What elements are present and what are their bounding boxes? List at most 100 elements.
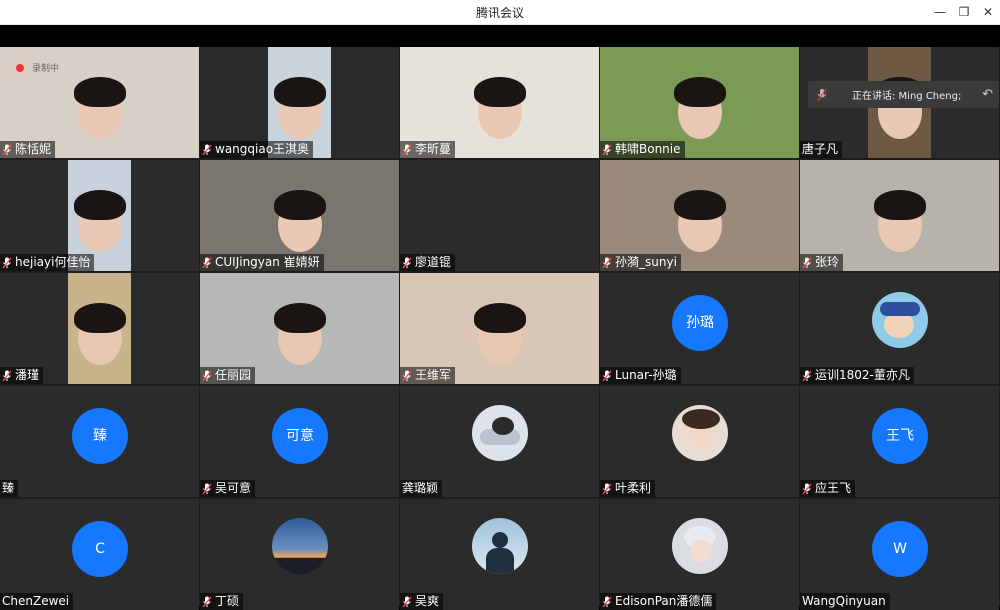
profile-picture	[472, 518, 528, 574]
mic-icon	[817, 88, 827, 101]
participant-name: 韩啸Bonnie	[615, 142, 681, 156]
participant-tile[interactable]: 运训1802-董亦凡	[800, 273, 999, 384]
participant-name-label: 吴爽	[400, 593, 444, 610]
title-bar: 腾讯会议 — ❐ ✕	[0, 0, 1000, 25]
participant-name: 臻	[2, 481, 15, 495]
participant-tile[interactable]: 丁硕	[200, 499, 399, 610]
participant-name: 任丽园	[215, 368, 252, 382]
participant-hair	[473, 303, 526, 333]
participant-name: WangQinyuan	[802, 594, 886, 608]
participant-tile[interactable]: 叶柔利	[600, 386, 799, 497]
participant-name: 张玲	[815, 255, 840, 269]
participant-tile[interactable]: CUIJingyan 崔婧妍	[200, 160, 399, 271]
top-toolbar-strip	[0, 25, 1000, 47]
participant-name-label: 龚璐颖	[400, 480, 443, 497]
participant-name-label: WangQinyuan	[800, 593, 890, 610]
mic-muted-icon	[402, 370, 412, 381]
participant-tile[interactable]: 陈恬妮 录制中	[0, 47, 199, 158]
participant-tile[interactable]: 臻臻	[0, 386, 199, 497]
participant-hair	[673, 77, 726, 107]
participant-name: CUIJingyan 崔婧妍	[215, 255, 320, 269]
mic-muted-icon	[2, 257, 12, 268]
participant-hair	[873, 190, 926, 220]
participant-name-label: Lunar-孙璐	[600, 367, 681, 384]
participant-tile[interactable]: 韩啸Bonnie	[600, 47, 799, 158]
initials-avatar: 孙璐	[672, 295, 728, 351]
participant-name: 陈恬妮	[15, 142, 52, 156]
mic-muted-icon	[2, 370, 12, 381]
mic-muted-icon	[602, 257, 612, 268]
profile-picture	[872, 292, 928, 348]
participant-hair	[673, 190, 726, 220]
recording-label: 录制中	[32, 64, 60, 74]
speaking-label: 正在讲话: Ming Cheng;	[852, 91, 962, 102]
participant-name: 王维军	[415, 368, 452, 382]
participant-name: wangqiao王淇奥	[215, 142, 310, 156]
participant-name: 龚璐颖	[402, 481, 439, 495]
participant-tile[interactable]: 孙漪_sunyi	[600, 160, 799, 271]
participant-hair	[273, 77, 326, 107]
participant-tile[interactable]: W WangQinyuan	[800, 499, 999, 610]
mic-muted-icon	[802, 483, 812, 494]
participant-name-label: 臻	[0, 480, 19, 497]
participant-tile[interactable]: 吴爽	[400, 499, 599, 610]
recording-indicator: 录制中	[14, 61, 59, 74]
mic-muted-icon	[202, 144, 212, 155]
participant-name-label: 张玲	[800, 254, 844, 271]
participant-name-label: 孙漪_sunyi	[600, 254, 681, 271]
participant-tile[interactable]: 可意吴可意	[200, 386, 399, 497]
participant-tile[interactable]: 廖道锟	[400, 160, 599, 271]
initials-avatar: 可意	[272, 408, 328, 464]
mic-muted-icon	[402, 144, 412, 155]
participant-name-label: CUIJingyan 崔婧妍	[200, 254, 324, 271]
mic-muted-icon	[402, 257, 412, 268]
participant-hair	[273, 190, 326, 220]
participant-tile[interactable]: 龚璐颖	[400, 386, 599, 497]
participant-name-label: 运训1802-董亦凡	[800, 367, 914, 384]
participant-tile[interactable]: 任丽园	[200, 273, 399, 384]
participant-tile[interactable]: EdisonPan潘德儒	[600, 499, 799, 610]
participant-hair	[273, 303, 326, 333]
participant-name: 潘瑾	[15, 368, 40, 382]
minimize-button[interactable]: —	[929, 3, 951, 21]
participant-name-label: 叶柔利	[600, 480, 656, 497]
participant-tile[interactable]: 王飞应王飞	[800, 386, 999, 497]
participant-name: hejiayi何佳怡	[15, 255, 91, 269]
initials-avatar: C	[72, 521, 128, 577]
profile-picture	[272, 518, 328, 574]
participant-tile[interactable]: 张玲	[800, 160, 999, 271]
participant-tile[interactable]: 潘瑾	[0, 273, 199, 384]
participant-name-label: 应王飞	[800, 480, 856, 497]
participant-name: 吴可意	[215, 481, 252, 495]
speaking-indicator[interactable]: 正在讲话: Ming Cheng; ↶	[808, 81, 999, 108]
participant-hair	[73, 190, 126, 220]
participant-name-label: ChenZewei	[0, 593, 74, 610]
profile-picture	[672, 405, 728, 461]
mic-muted-icon	[202, 257, 212, 268]
mic-muted-icon	[602, 483, 612, 494]
profile-picture	[672, 518, 728, 574]
restore-button[interactable]: ❐	[953, 3, 975, 21]
participant-name: 吴爽	[415, 594, 440, 608]
back-arrow-icon[interactable]: ↶	[982, 87, 993, 102]
close-button[interactable]: ✕	[977, 3, 999, 21]
participant-name: 应王飞	[815, 481, 852, 495]
participant-tile[interactable]: wangqiao王淇奥	[200, 47, 399, 158]
participant-name: 孙漪_sunyi	[615, 255, 677, 269]
initials-avatar: 臻	[72, 408, 128, 464]
participant-name: 李昕蔓	[415, 142, 452, 156]
participant-tile[interactable]: 孙璐 Lunar-孙璐	[600, 273, 799, 384]
initials-avatar: 王飞	[872, 408, 928, 464]
participant-name-label: 王维军	[400, 367, 456, 384]
participant-tile[interactable]: C ChenZewei	[0, 499, 199, 610]
participant-tile[interactable]: hejiayi何佳怡	[0, 160, 199, 271]
participant-name-label: 李昕蔓	[400, 141, 456, 158]
participant-grid: 陈恬妮 录制中 wangqiao王淇奥 李昕蔓 韩啸Bonnie 唐子凡 hejiayi何佳…	[0, 47, 1000, 610]
participant-tile[interactable]: 王维军	[400, 273, 599, 384]
participant-name: Lunar-孙璐	[615, 368, 677, 382]
participant-name: 运训1802-董亦凡	[815, 368, 910, 382]
participant-name-label: 韩啸Bonnie	[600, 141, 685, 158]
participant-name: EdisonPan潘德儒	[615, 594, 713, 608]
participant-name-label: 丁硕	[200, 593, 244, 610]
participant-tile[interactable]: 李昕蔓	[400, 47, 599, 158]
